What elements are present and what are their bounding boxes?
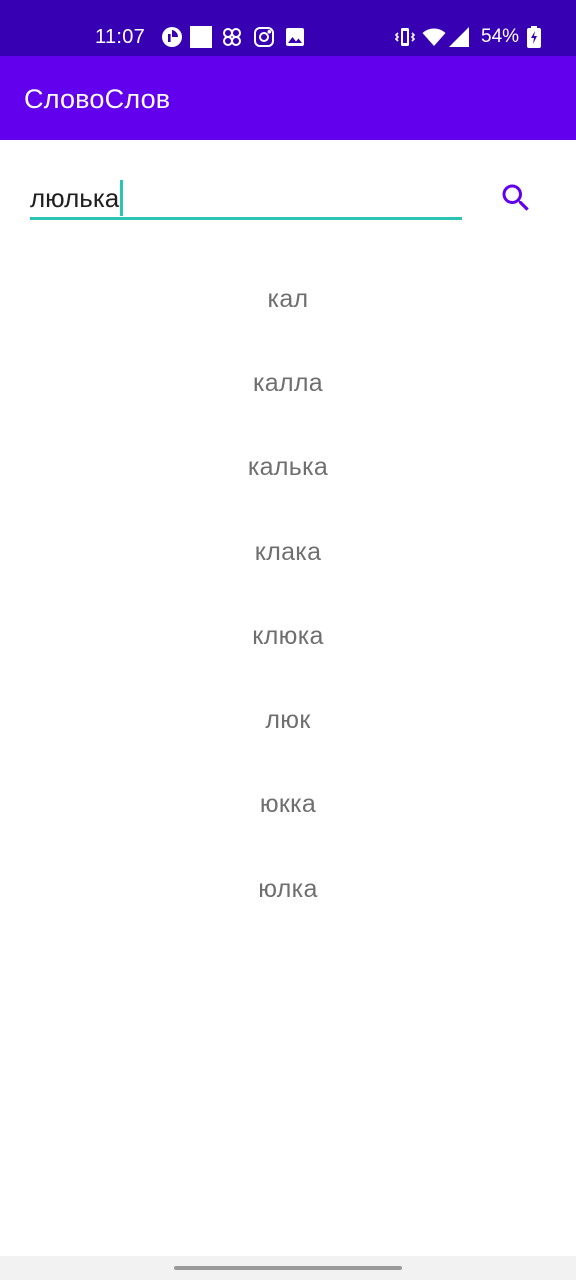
search-input[interactable]: люлька (30, 180, 124, 216)
search-button[interactable] (496, 178, 536, 218)
battery-icon (522, 25, 546, 49)
app-title: СловоСлов (24, 84, 171, 114)
result-item[interactable]: калла (0, 341, 576, 425)
result-item[interactable]: клака (0, 510, 576, 594)
results-list: кал калла калька клака клюка люк юкка юл… (0, 257, 576, 931)
status-bar: 11:07 54% (0, 0, 576, 56)
result-item[interactable]: юкка (0, 763, 576, 847)
home-gesture-handle[interactable] (174, 1266, 402, 1270)
search-field[interactable]: люлька (30, 172, 462, 220)
square-notification-icon (189, 25, 213, 49)
pinwheel-notification-icon (220, 25, 244, 49)
circle-notification-icon (160, 25, 184, 49)
gallery-icon (283, 25, 307, 49)
vibrate-icon (393, 25, 417, 49)
status-time: 11:07 (95, 26, 146, 48)
result-item[interactable]: люк (0, 678, 576, 762)
result-item[interactable]: клюка (0, 594, 576, 678)
app-screen: 11:07 54% СловоСлов люлька кал калла кал… (0, 0, 576, 1280)
result-item[interactable]: кал (0, 257, 576, 341)
cellular-signal-icon (447, 25, 471, 49)
search-input-value: люлька (30, 183, 120, 213)
result-item[interactable]: калька (0, 426, 576, 510)
text-cursor (120, 180, 124, 216)
wifi-icon (422, 25, 446, 49)
instagram-icon (252, 25, 276, 49)
battery-percent: 54% (481, 26, 520, 47)
search-icon (498, 180, 534, 216)
app-bar: СловоСлов (0, 56, 576, 140)
result-item[interactable]: юлка (0, 847, 576, 931)
navigation-bar (0, 1256, 576, 1280)
